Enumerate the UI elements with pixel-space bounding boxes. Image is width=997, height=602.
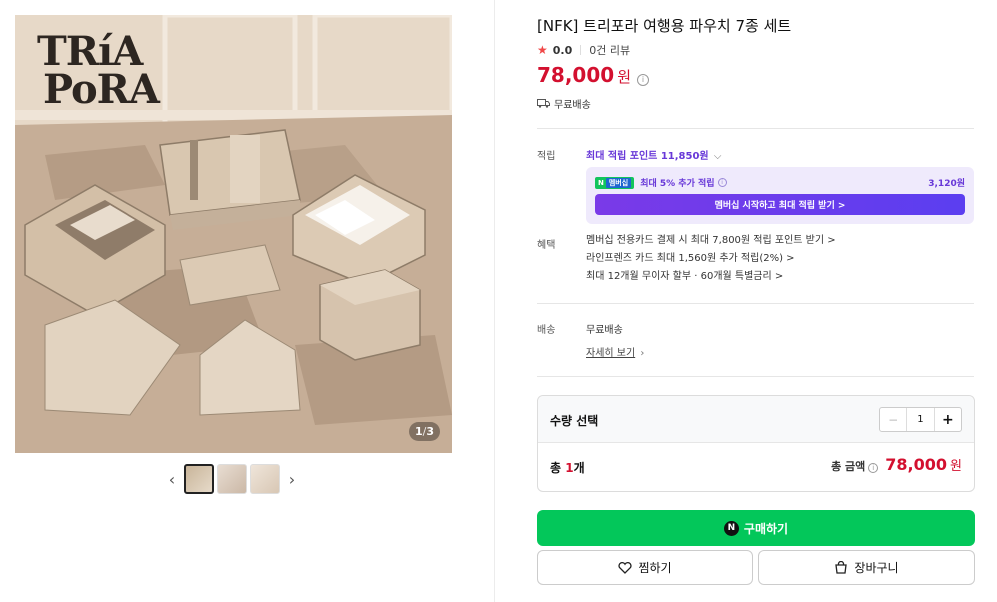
buy-button[interactable]: N 구매하기 <box>537 510 975 546</box>
total-label: 총 금액 <box>831 460 866 473</box>
naver-plus-badge-icon: N 멤버십 <box>595 176 635 189</box>
quantity-count-number: 1 <box>565 461 574 475</box>
chevron-right-icon: › <box>640 348 645 359</box>
divider <box>537 303 974 304</box>
shipping-row: 무료배송 <box>537 96 591 111</box>
benefit-installment-link[interactable]: 최대 12개월 무이자 할부 · 60개월 특별금리 > <box>586 268 836 286</box>
price-value: 78,000 <box>537 63 615 87</box>
naver-pay-icon: N <box>723 520 739 536</box>
review-count-link[interactable]: 0건 리뷰 <box>589 42 630 58</box>
delivery-detail-text: 자세히 보기 <box>586 348 636 359</box>
image-counter-total: 3 <box>426 425 434 438</box>
divider <box>537 376 974 377</box>
quantity-input[interactable]: 1 <box>907 408 933 431</box>
thumbnail-2[interactable] <box>217 464 247 494</box>
total-info-icon[interactable]: i <box>868 463 879 473</box>
membership-extra-row: N 멤버십 최대 5% 추가 적립 i 3,120원 <box>595 176 965 189</box>
membership-extra-text: 최대 5% 추가 적립 <box>640 179 715 189</box>
column-divider <box>494 0 495 602</box>
buy-button-label: 구매하기 <box>743 521 789 536</box>
membership-box: N 멤버십 최대 5% 추가 적립 i 3,120원 멤버십 시작하고 최대 적립… <box>586 167 974 224</box>
rating-separator <box>580 45 582 55</box>
star-icon: ★ <box>537 43 548 57</box>
thumbnail-prev-icon[interactable]: ‹ <box>163 470 181 489</box>
brand-logo-line2: PoRA <box>43 66 160 113</box>
chevron-down-icon: ⌵ <box>713 151 722 162</box>
extra-info-icon[interactable]: i <box>717 178 727 187</box>
cart-button-label: 장바구니 <box>854 561 899 575</box>
max-points-text: 최대 적립 포인트 11,850원 <box>586 151 709 162</box>
total-price-value: 78,000 <box>885 455 948 474</box>
thumbnail-strip: ‹ › <box>163 464 301 494</box>
quantity-stepper: − 1 + <box>879 407 962 432</box>
quantity-label: 수량 선택 <box>550 414 599 428</box>
benefit-card-link[interactable]: 멤버십 전용카드 결제 시 최대 7,800원 적립 포인트 받기 > <box>586 232 836 250</box>
max-points-link[interactable]: 최대 적립 포인트 11,850원 ⌵ <box>586 147 721 162</box>
image-counter: 1/3 <box>408 422 440 441</box>
brand-logo: TRíA PoRA <box>37 32 160 113</box>
quantity-box: 수량 선택 − 1 + 총 1개 총 금액 i 78,000 원 <box>537 395 975 492</box>
membership-extra-amount: 3,120원 <box>928 179 965 189</box>
quantity-header: 수량 선택 − 1 + <box>538 396 974 443</box>
membership-start-button[interactable]: 멤버십 시작하고 최대 적립 받기 > <box>595 194 965 215</box>
image-counter-current: 1 <box>414 425 423 438</box>
product-title: [NFK] 트리포라 여행용 파우치 7종 세트 <box>537 17 792 35</box>
points-label: 적립 <box>537 151 556 162</box>
shopping-bag-icon <box>835 561 848 574</box>
benefit-linefriends-link[interactable]: 라인프렌즈 카드 최대 1,560원 추가 적립(2%) > <box>586 250 836 268</box>
total-price-row: 총 금액 i 78,000 원 <box>831 455 962 474</box>
benefits-list: 멤버십 전용카드 결제 시 최대 7,800원 적립 포인트 받기 > 라인프렌… <box>586 232 836 286</box>
delivery-label: 배송 <box>537 325 556 336</box>
benefits-label: 혜택 <box>537 240 556 251</box>
divider <box>537 128 974 129</box>
truck-icon <box>537 99 550 108</box>
delivery-value: 무료배송 <box>586 325 623 336</box>
wishlist-button-label: 찜하기 <box>638 561 672 575</box>
quantity-count: 총 1개 <box>550 461 585 475</box>
wishlist-button[interactable]: 찜하기 <box>537 550 753 585</box>
quantity-minus-button[interactable]: − <box>880 408 908 431</box>
cart-button[interactable]: 장바구니 <box>758 550 975 585</box>
quantity-plus-button[interactable]: + <box>933 408 961 431</box>
thumbnail-1[interactable] <box>184 464 214 494</box>
price-unit: 원 <box>617 68 631 86</box>
total-price-unit: 원 <box>950 459 962 474</box>
thumbnail-next-icon[interactable]: › <box>283 470 301 489</box>
heart-icon <box>618 561 633 574</box>
thumbnail-3[interactable] <box>250 464 280 494</box>
rating-row: ★ 0.0 0건 리뷰 <box>537 42 630 58</box>
delivery-detail-link[interactable]: 자세히 보기 › <box>586 344 644 359</box>
price-row: 78,000 원 i <box>537 63 649 87</box>
price-info-icon[interactable]: i <box>637 74 649 86</box>
product-main-image[interactable]: TRíA PoRA 1/3 <box>15 15 452 453</box>
shipping-text: 무료배송 <box>554 100 591 111</box>
rating-score: 0.0 <box>552 43 573 57</box>
